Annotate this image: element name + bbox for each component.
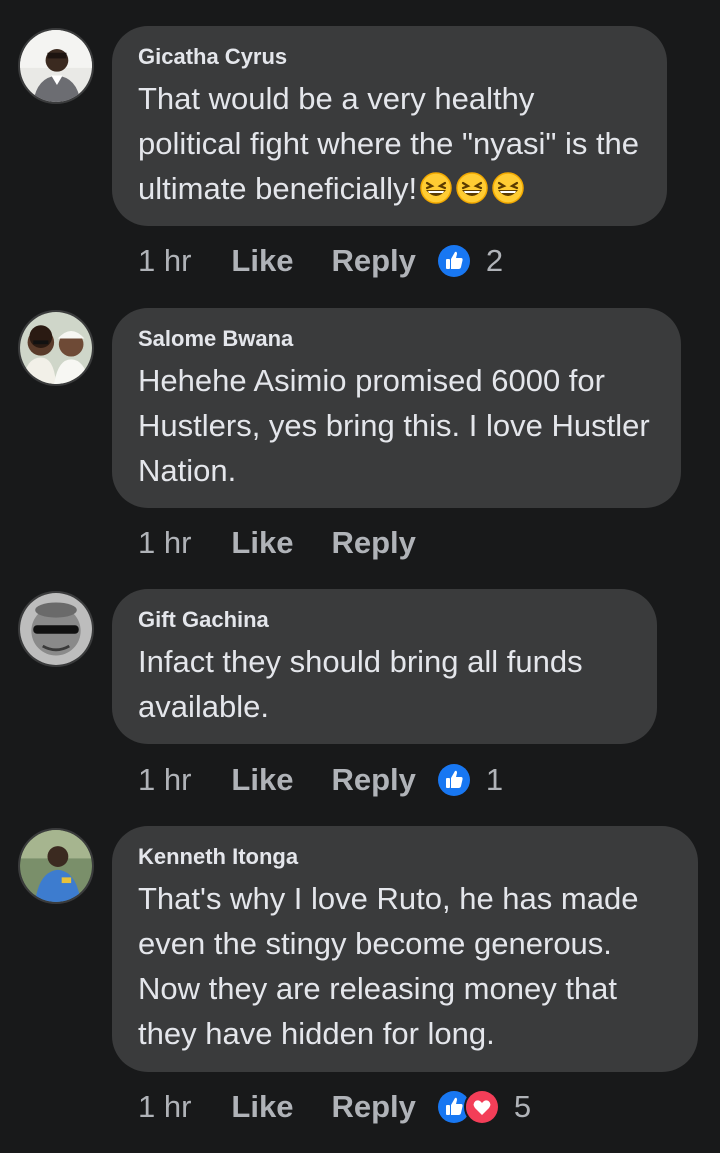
comment-author[interactable]: Gicatha Cyrus <box>138 44 641 70</box>
grinning-squinting-face-icon <box>419 171 453 205</box>
comment-actions: 1 hr Like Reply 2 <box>138 241 503 281</box>
avatar[interactable] <box>18 591 94 667</box>
like-button[interactable]: Like <box>231 243 293 279</box>
comment-timestamp[interactable]: 1 hr <box>138 243 191 279</box>
grinning-squinting-face-icon <box>491 171 525 205</box>
comment-author[interactable]: Gift Gachina <box>138 607 631 633</box>
comment-timestamp[interactable]: 1 hr <box>138 1089 191 1125</box>
comment-text: Hehehe Asimio promised 6000 for Hustlers… <box>138 363 659 488</box>
comment-actions: 1 hr Like Reply 5 <box>138 1087 531 1127</box>
reaction-count: 2 <box>485 243 504 278</box>
comment-author[interactable]: Salome Bwana <box>138 326 655 352</box>
grinning-squinting-face-icon <box>455 171 489 205</box>
comment-bubble: Gicatha Cyrus That would be a very healt… <box>112 26 667 226</box>
comment-bubble: Salome Bwana Hehehe Asimio promised 6000… <box>112 308 681 508</box>
comment-author[interactable]: Kenneth Itonga <box>138 844 672 870</box>
like-button[interactable]: Like <box>231 525 293 561</box>
comment-actions: 1 hr Like Reply <box>138 523 454 563</box>
comment-text: Infact they should bring all funds avail… <box>138 644 592 724</box>
comment-body: That would be a very healthy political f… <box>138 76 641 211</box>
like-reaction-icon <box>435 762 472 798</box>
reactions-summary[interactable]: 5 <box>435 1089 532 1125</box>
comment-bubble: Kenneth Itonga That's why I love Ruto, h… <box>112 826 698 1072</box>
reaction-count: 5 <box>513 1089 532 1124</box>
avatar[interactable] <box>18 828 94 904</box>
avatar[interactable] <box>18 28 94 104</box>
comment-timestamp[interactable]: 1 hr <box>138 525 191 561</box>
like-reaction-icon <box>435 243 472 279</box>
reply-button[interactable]: Reply <box>331 1089 415 1125</box>
like-button[interactable]: Like <box>231 762 293 798</box>
reactions-summary[interactable]: 1 <box>435 762 504 798</box>
comment-text: That would be a very healthy political f… <box>138 81 648 206</box>
love-reaction-icon <box>463 1089 500 1125</box>
comment-feed: Gicatha Cyrus That would be a very healt… <box>0 0 720 1153</box>
reaction-count: 1 <box>485 762 504 797</box>
avatar[interactable] <box>18 310 94 386</box>
reply-button[interactable]: Reply <box>331 525 415 561</box>
reply-button[interactable]: Reply <box>331 762 415 798</box>
comment-timestamp[interactable]: 1 hr <box>138 762 191 798</box>
reactions-summary[interactable]: 2 <box>435 243 504 279</box>
comment-bubble: Gift Gachina Infact they should bring al… <box>112 589 657 744</box>
comment-text: That's why I love Ruto, he has made even… <box>138 881 648 1051</box>
comment-actions: 1 hr Like Reply 1 <box>138 760 503 800</box>
reply-button[interactable]: Reply <box>331 243 415 279</box>
like-button[interactable]: Like <box>231 1089 293 1125</box>
